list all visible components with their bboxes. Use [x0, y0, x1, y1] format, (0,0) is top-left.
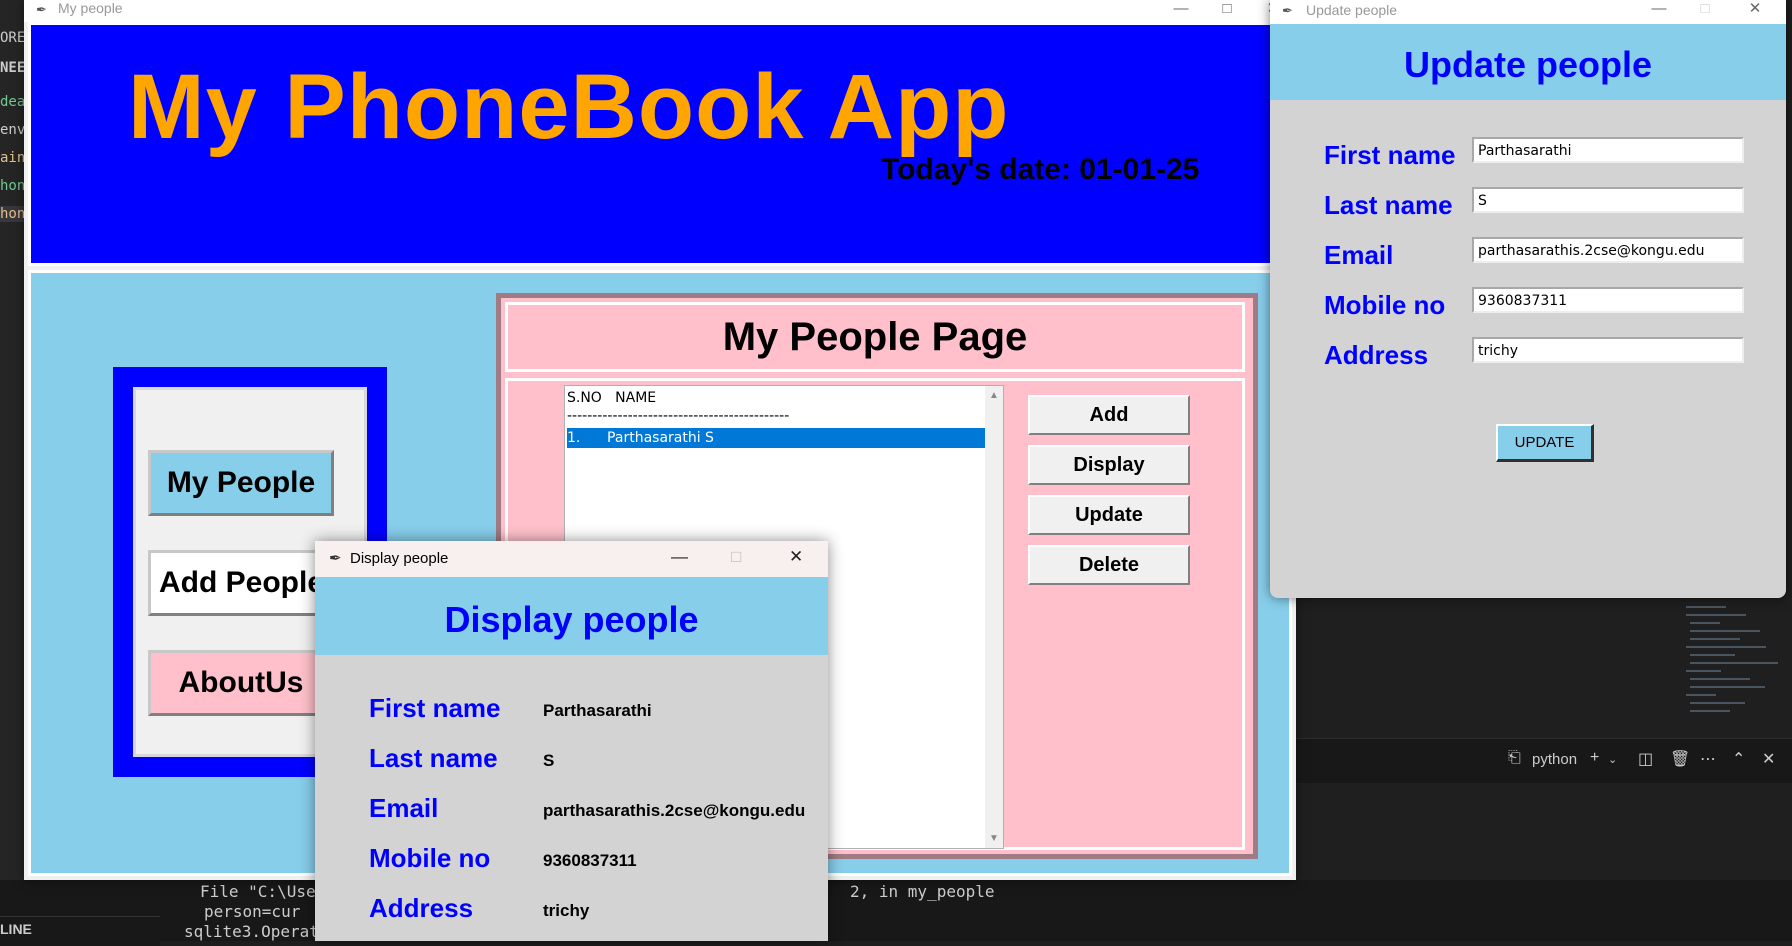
close-panel-icon[interactable]: ✕: [1762, 749, 1775, 769]
add-terminal-icon[interactable]: +: [1590, 749, 1599, 767]
ide-sidebar-text: NEE: [0, 60, 24, 76]
mobile-label: Mobile no: [369, 843, 491, 873]
minimize-icon[interactable]: —: [1636, 0, 1682, 24]
main-titlebar[interactable]: ✒ My people — □ ✕: [24, 0, 1296, 22]
app-title: My PhoneBook App: [128, 56, 1010, 158]
main-window-title: My people: [58, 0, 123, 16]
last-name-value: S: [543, 751, 555, 770]
terminal-icon[interactable]: ⎗: [1508, 749, 1521, 767]
display-window: ✒ Display people — □ ✕ Display people Fi…: [315, 541, 828, 941]
email-value: parthasarathis.2cse@kongu.edu: [543, 801, 806, 820]
terminal-profile-label[interactable]: python: [1532, 751, 1577, 768]
update-heading: Update people: [1403, 44, 1653, 85]
ide-minimap[interactable]: [1680, 600, 1780, 730]
update-button[interactable]: Update: [1028, 495, 1190, 535]
delete-button[interactable]: Delete: [1028, 545, 1190, 585]
mobile-value: 9360837311: [543, 851, 637, 870]
list-item[interactable]: 1. Parthasarathi S: [567, 428, 1001, 448]
minimize-icon[interactable]: —: [671, 547, 688, 567]
display-heading: Display people: [444, 599, 699, 640]
minimize-icon[interactable]: —: [1158, 0, 1204, 22]
display-titlebar[interactable]: ✒ Display people — □ ✕: [315, 541, 828, 577]
ide-sidebar-text[interactable]: dea: [0, 94, 24, 110]
people-page-title: My People Page: [722, 315, 1028, 359]
last-name-input[interactable]: S: [1472, 187, 1744, 213]
list-header: S.NO NAME: [567, 390, 657, 406]
close-icon[interactable]: ✕: [789, 547, 803, 567]
people-page-header: My People Page: [505, 302, 1245, 372]
maximize-icon[interactable]: □: [1204, 0, 1250, 22]
about-us-button[interactable]: AboutUs: [148, 650, 334, 716]
display-header: Display people: [315, 577, 828, 655]
terminal-line: person=cur: [204, 902, 301, 921]
listbox-scrollbar[interactable]: ▲ ▼: [985, 386, 1003, 848]
first-name-label: First name: [369, 693, 501, 723]
trash-icon[interactable]: 🗑: [1670, 749, 1690, 769]
update-window-title: Update people: [1306, 2, 1398, 18]
last-name-label: Last name: [369, 743, 498, 773]
my-people-button[interactable]: My People: [148, 450, 334, 516]
address-label: Address: [369, 893, 474, 923]
ide-sidebar-text[interactable]: hon: [0, 178, 24, 194]
ide-sidebar-text[interactable]: env: [0, 122, 24, 138]
close-icon[interactable]: ✕: [1732, 0, 1778, 24]
update-titlebar[interactable]: ✒ Update people — □ ✕: [1270, 0, 1786, 24]
terminal-line: File "C:\User: [200, 882, 326, 901]
scroll-down-icon[interactable]: ▼: [989, 833, 999, 844]
update-header: Update people: [1270, 24, 1786, 100]
mobile-input[interactable]: 9360837311: [1472, 287, 1744, 313]
ide-sidebar-text[interactable]: hon: [0, 206, 24, 222]
ide-sidebar-text: ORE: [0, 30, 24, 46]
add-people-button[interactable]: Add People: [148, 550, 334, 616]
mobile-label: Mobile no: [1324, 290, 1446, 320]
add-button[interactable]: Add: [1028, 395, 1190, 435]
ide-sidebar: ORE NEE dea env ain hon hon: [0, 0, 24, 941]
update-submit-button[interactable]: UPDATE: [1496, 424, 1594, 462]
display-button[interactable]: Display: [1028, 445, 1190, 485]
email-label: Email: [1324, 240, 1394, 270]
maximize-icon[interactable]: □: [731, 547, 741, 567]
terminal-output[interactable]: File "C:\User 2, in my_people person=cur…: [0, 880, 1792, 946]
email-input[interactable]: parthasarathis.2cse@kongu.edu: [1472, 237, 1744, 263]
todays-date: Today's date: 01-01-25: [881, 153, 1200, 186]
address-input[interactable]: trichy: [1472, 337, 1744, 363]
update-window: ✒ Update people — □ ✕ Update people Firs…: [1270, 0, 1786, 598]
maximize-icon[interactable]: □: [1682, 0, 1728, 24]
tk-feather-icon: ✒: [1282, 3, 1293, 18]
ide-status-label: LINE: [0, 916, 160, 946]
address-label: Address: [1324, 340, 1429, 370]
terminal-line: sqlite3.Operat: [184, 922, 319, 941]
first-name-label: First name: [1324, 140, 1456, 170]
display-window-title: Display people: [350, 550, 449, 567]
tk-feather-icon: ✒: [36, 2, 47, 17]
email-label: Email: [369, 793, 439, 823]
more-icon[interactable]: ⋯: [1700, 749, 1716, 769]
first-name-value: Parthasarathi: [543, 701, 652, 720]
first-name-input[interactable]: Parthasarathi: [1472, 137, 1744, 163]
terminal-line: 2, in my_people: [850, 882, 995, 901]
app-header: My PhoneBook App Today's date: 01-01-25: [28, 22, 1288, 266]
ide-sidebar-text[interactable]: ain: [0, 150, 24, 166]
scroll-up-icon[interactable]: ▲: [989, 390, 999, 401]
terminal-toolbar: ⎗ python + ⌄ ◫ 🗑 ⋯ ⌃ ✕: [1276, 738, 1792, 783]
list-divider: ----------------------------------------…: [567, 408, 790, 424]
tk-feather-icon: ✒: [329, 550, 342, 567]
split-terminal-icon[interactable]: ◫: [1638, 749, 1653, 769]
chevron-down-icon[interactable]: ⌄: [1608, 753, 1617, 766]
last-name-label: Last name: [1324, 190, 1453, 220]
address-value: trichy: [543, 901, 590, 920]
chevron-up-icon[interactable]: ⌃: [1732, 749, 1745, 769]
